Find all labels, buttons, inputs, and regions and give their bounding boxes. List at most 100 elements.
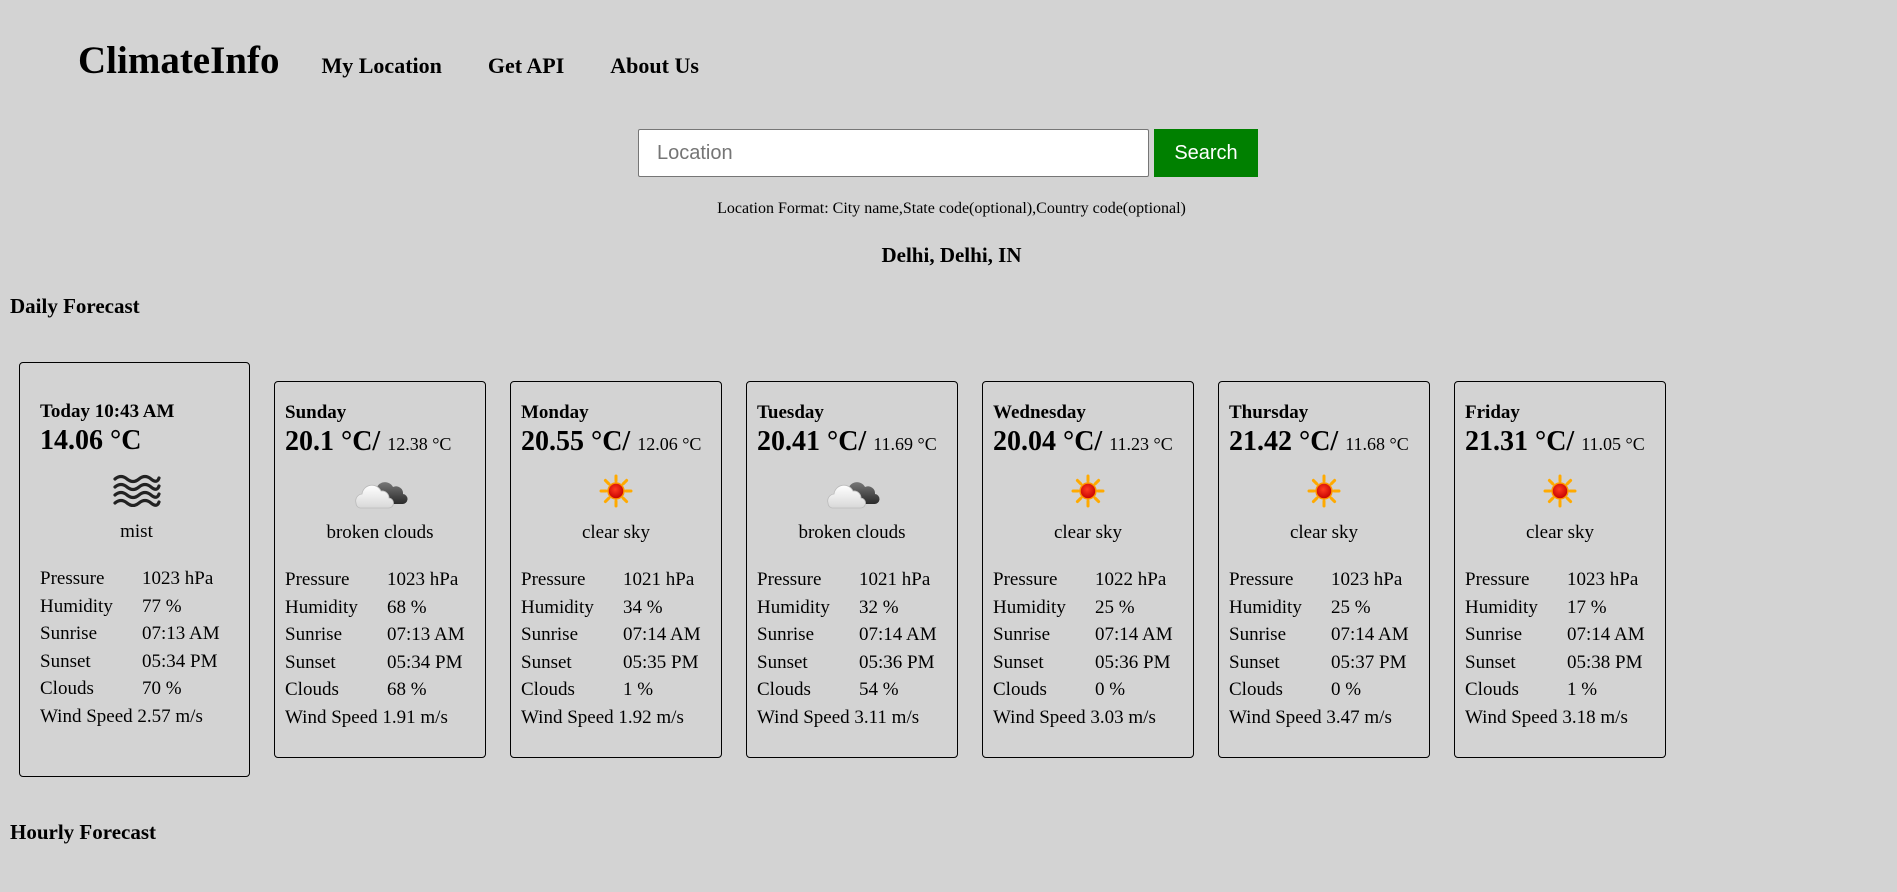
humidity-label: Humidity xyxy=(757,596,830,618)
temp-high: 21.42 °C/ xyxy=(1229,426,1339,457)
pressure-label: Pressure xyxy=(40,568,105,589)
sun-icon xyxy=(1229,466,1419,516)
sunset-value: 05:35 PM xyxy=(623,651,699,673)
current-location-name: Delhi, Delhi, IN xyxy=(881,243,1022,267)
forecast-card-today: Today 10:43 AM 14.06 °C mist Pressure 102… xyxy=(19,362,250,777)
temp-low: 12.06 °C xyxy=(637,434,702,454)
forecast-card: Monday 20.55 °C/ 12.06 °C clear sky Pres… xyxy=(510,381,722,758)
sunset-label: Sunset xyxy=(521,651,572,673)
sunrise-label: Sunrise xyxy=(993,624,1050,645)
wind-speed-value: 1.92 m/s xyxy=(618,706,684,728)
sunrise-value: 07:14 AM xyxy=(859,624,937,645)
clouds-value: 0 % xyxy=(1095,679,1126,700)
card-day: Thursday xyxy=(1229,402,1309,423)
card-temperature: 21.42 °C/ 11.68 °C xyxy=(1229,426,1419,458)
nav-my-location[interactable]: My Location xyxy=(321,53,441,78)
forecast-card: Tuesday 20.41 °C/ 11.69 °C broken clouds… xyxy=(746,381,958,758)
sun-icon xyxy=(1465,466,1655,516)
wind-speed-label: Wind Speed xyxy=(1229,706,1322,728)
sunset-value: 05:37 PM xyxy=(1331,651,1407,673)
brand-logo[interactable]: ClimateInfo xyxy=(78,38,279,83)
card-details: Pressure 1021 hPa Humidity 32 % Sunrise 07:… xyxy=(757,566,947,731)
card-description: clear sky xyxy=(1525,522,1595,543)
wind-speed-label: Wind Speed xyxy=(521,706,614,728)
sunset-label: Sunset xyxy=(1465,651,1516,673)
nav-get-api[interactable]: Get API xyxy=(488,53,564,78)
card-temperature: 20.55 °C/ 12.06 °C xyxy=(521,426,711,458)
sunrise-value: 07:14 AM xyxy=(1331,624,1409,645)
humidity-label: Humidity xyxy=(521,596,594,618)
hourly-forecast-heading: Hourly Forecast xyxy=(10,820,156,844)
forecast-card: Sunday 20.1 °C/ 12.38 °C broken clouds P… xyxy=(274,381,486,758)
pressure-value: 1022 hPa xyxy=(1095,569,1167,590)
wind-speed-value: 3.18 m/s xyxy=(1562,706,1628,728)
card-temperature: 14.06 °C xyxy=(40,425,142,456)
card-day: Friday xyxy=(1465,402,1520,423)
sunset-label: Sunset xyxy=(40,650,91,672)
pressure-value: 1021 hPa xyxy=(623,569,695,590)
clouds-value: 1 % xyxy=(1567,679,1598,700)
card-temperature: 20.41 °C/ 11.69 °C xyxy=(757,426,947,458)
daily-forecast-heading: Daily Forecast xyxy=(10,294,140,318)
pressure-value: 1023 hPa xyxy=(1331,569,1403,590)
temp-high: 20.1 °C/ xyxy=(285,426,381,457)
clouds-label: Clouds xyxy=(1465,679,1519,700)
pressure-value: 1023 hPa xyxy=(1567,569,1639,590)
card-description: clear sky xyxy=(1053,522,1123,543)
temp-low: 11.68 °C xyxy=(1345,434,1409,454)
location-format-hint: Location Format: City name,State code(op… xyxy=(717,200,1186,217)
forecast-card: Friday 21.31 °C/ 11.05 °C clear sky Pres… xyxy=(1454,381,1666,758)
card-description: broken clouds xyxy=(798,522,906,543)
sunrise-value: 07:14 AM xyxy=(1567,624,1645,645)
temp-low: 11.23 °C xyxy=(1109,434,1173,454)
clouds-label: Clouds xyxy=(40,678,94,699)
wind-speed-value: 1.91 m/s xyxy=(382,706,448,728)
clouds-label: Clouds xyxy=(1229,679,1283,700)
clouds-value: 68 % xyxy=(387,679,427,700)
nav-about-us[interactable]: About Us xyxy=(610,53,699,78)
humidity-value: 17 % xyxy=(1567,596,1607,618)
location-search-input[interactable] xyxy=(638,129,1149,177)
pressure-label: Pressure xyxy=(1229,569,1294,590)
temp-low: 12.38 °C xyxy=(387,434,452,454)
sunrise-label: Sunrise xyxy=(40,623,97,644)
forecast-card: Wednesday 20.04 °C/ 11.23 °C clear sky P… xyxy=(982,381,1194,758)
sunset-value: 05:38 PM xyxy=(1567,651,1643,673)
card-details: Pressure 1023 hPa Humidity 77 % Sunrise 07:… xyxy=(40,565,233,730)
mist-icon xyxy=(40,465,233,515)
humidity-label: Humidity xyxy=(1229,596,1302,618)
clouds-value: 70 % xyxy=(142,678,182,699)
forecast-card: Thursday 21.42 °C/ 11.68 °C clear sky Pr… xyxy=(1218,381,1430,758)
card-description: mist xyxy=(120,521,153,542)
pressure-label: Pressure xyxy=(521,569,586,590)
wind-speed-value: 2.57 m/s xyxy=(137,705,203,727)
clouds-value: 1 % xyxy=(623,679,654,700)
sun-icon xyxy=(521,466,711,516)
card-day: Monday xyxy=(521,402,589,423)
humidity-value: 25 % xyxy=(1331,596,1371,618)
humidity-label: Humidity xyxy=(285,596,358,618)
card-description: clear sky xyxy=(581,522,651,543)
pressure-label: Pressure xyxy=(285,569,350,590)
wind-speed-label: Wind Speed xyxy=(285,706,378,728)
site-header: ClimateInfo My Location Get API About Us xyxy=(78,38,741,83)
sunrise-value: 07:14 AM xyxy=(623,624,701,645)
card-details: Pressure 1023 hPa Humidity 68 % Sunrise 07:… xyxy=(285,566,475,731)
humidity-value: 34 % xyxy=(623,596,663,618)
sunrise-value: 07:14 AM xyxy=(1095,624,1173,645)
sunrise-label: Sunrise xyxy=(1465,624,1522,645)
pressure-value: 1023 hPa xyxy=(387,569,459,590)
pressure-label: Pressure xyxy=(757,569,822,590)
card-day: Tuesday xyxy=(757,402,824,423)
clouds-label: Clouds xyxy=(521,679,575,700)
search-button[interactable]: Search xyxy=(1154,129,1258,177)
wind-speed-value: 3.03 m/s xyxy=(1090,706,1156,728)
temp-high: 20.41 °C/ xyxy=(757,426,867,457)
sunrise-label: Sunrise xyxy=(521,624,578,645)
humidity-label: Humidity xyxy=(1465,596,1538,618)
sunset-value: 05:34 PM xyxy=(142,650,218,672)
card-day: Sunday xyxy=(285,402,347,423)
broken-clouds-icon xyxy=(757,466,947,516)
wind-speed-label: Wind Speed xyxy=(40,705,133,727)
card-temperature: 21.31 °C/ 11.05 °C xyxy=(1465,426,1655,458)
